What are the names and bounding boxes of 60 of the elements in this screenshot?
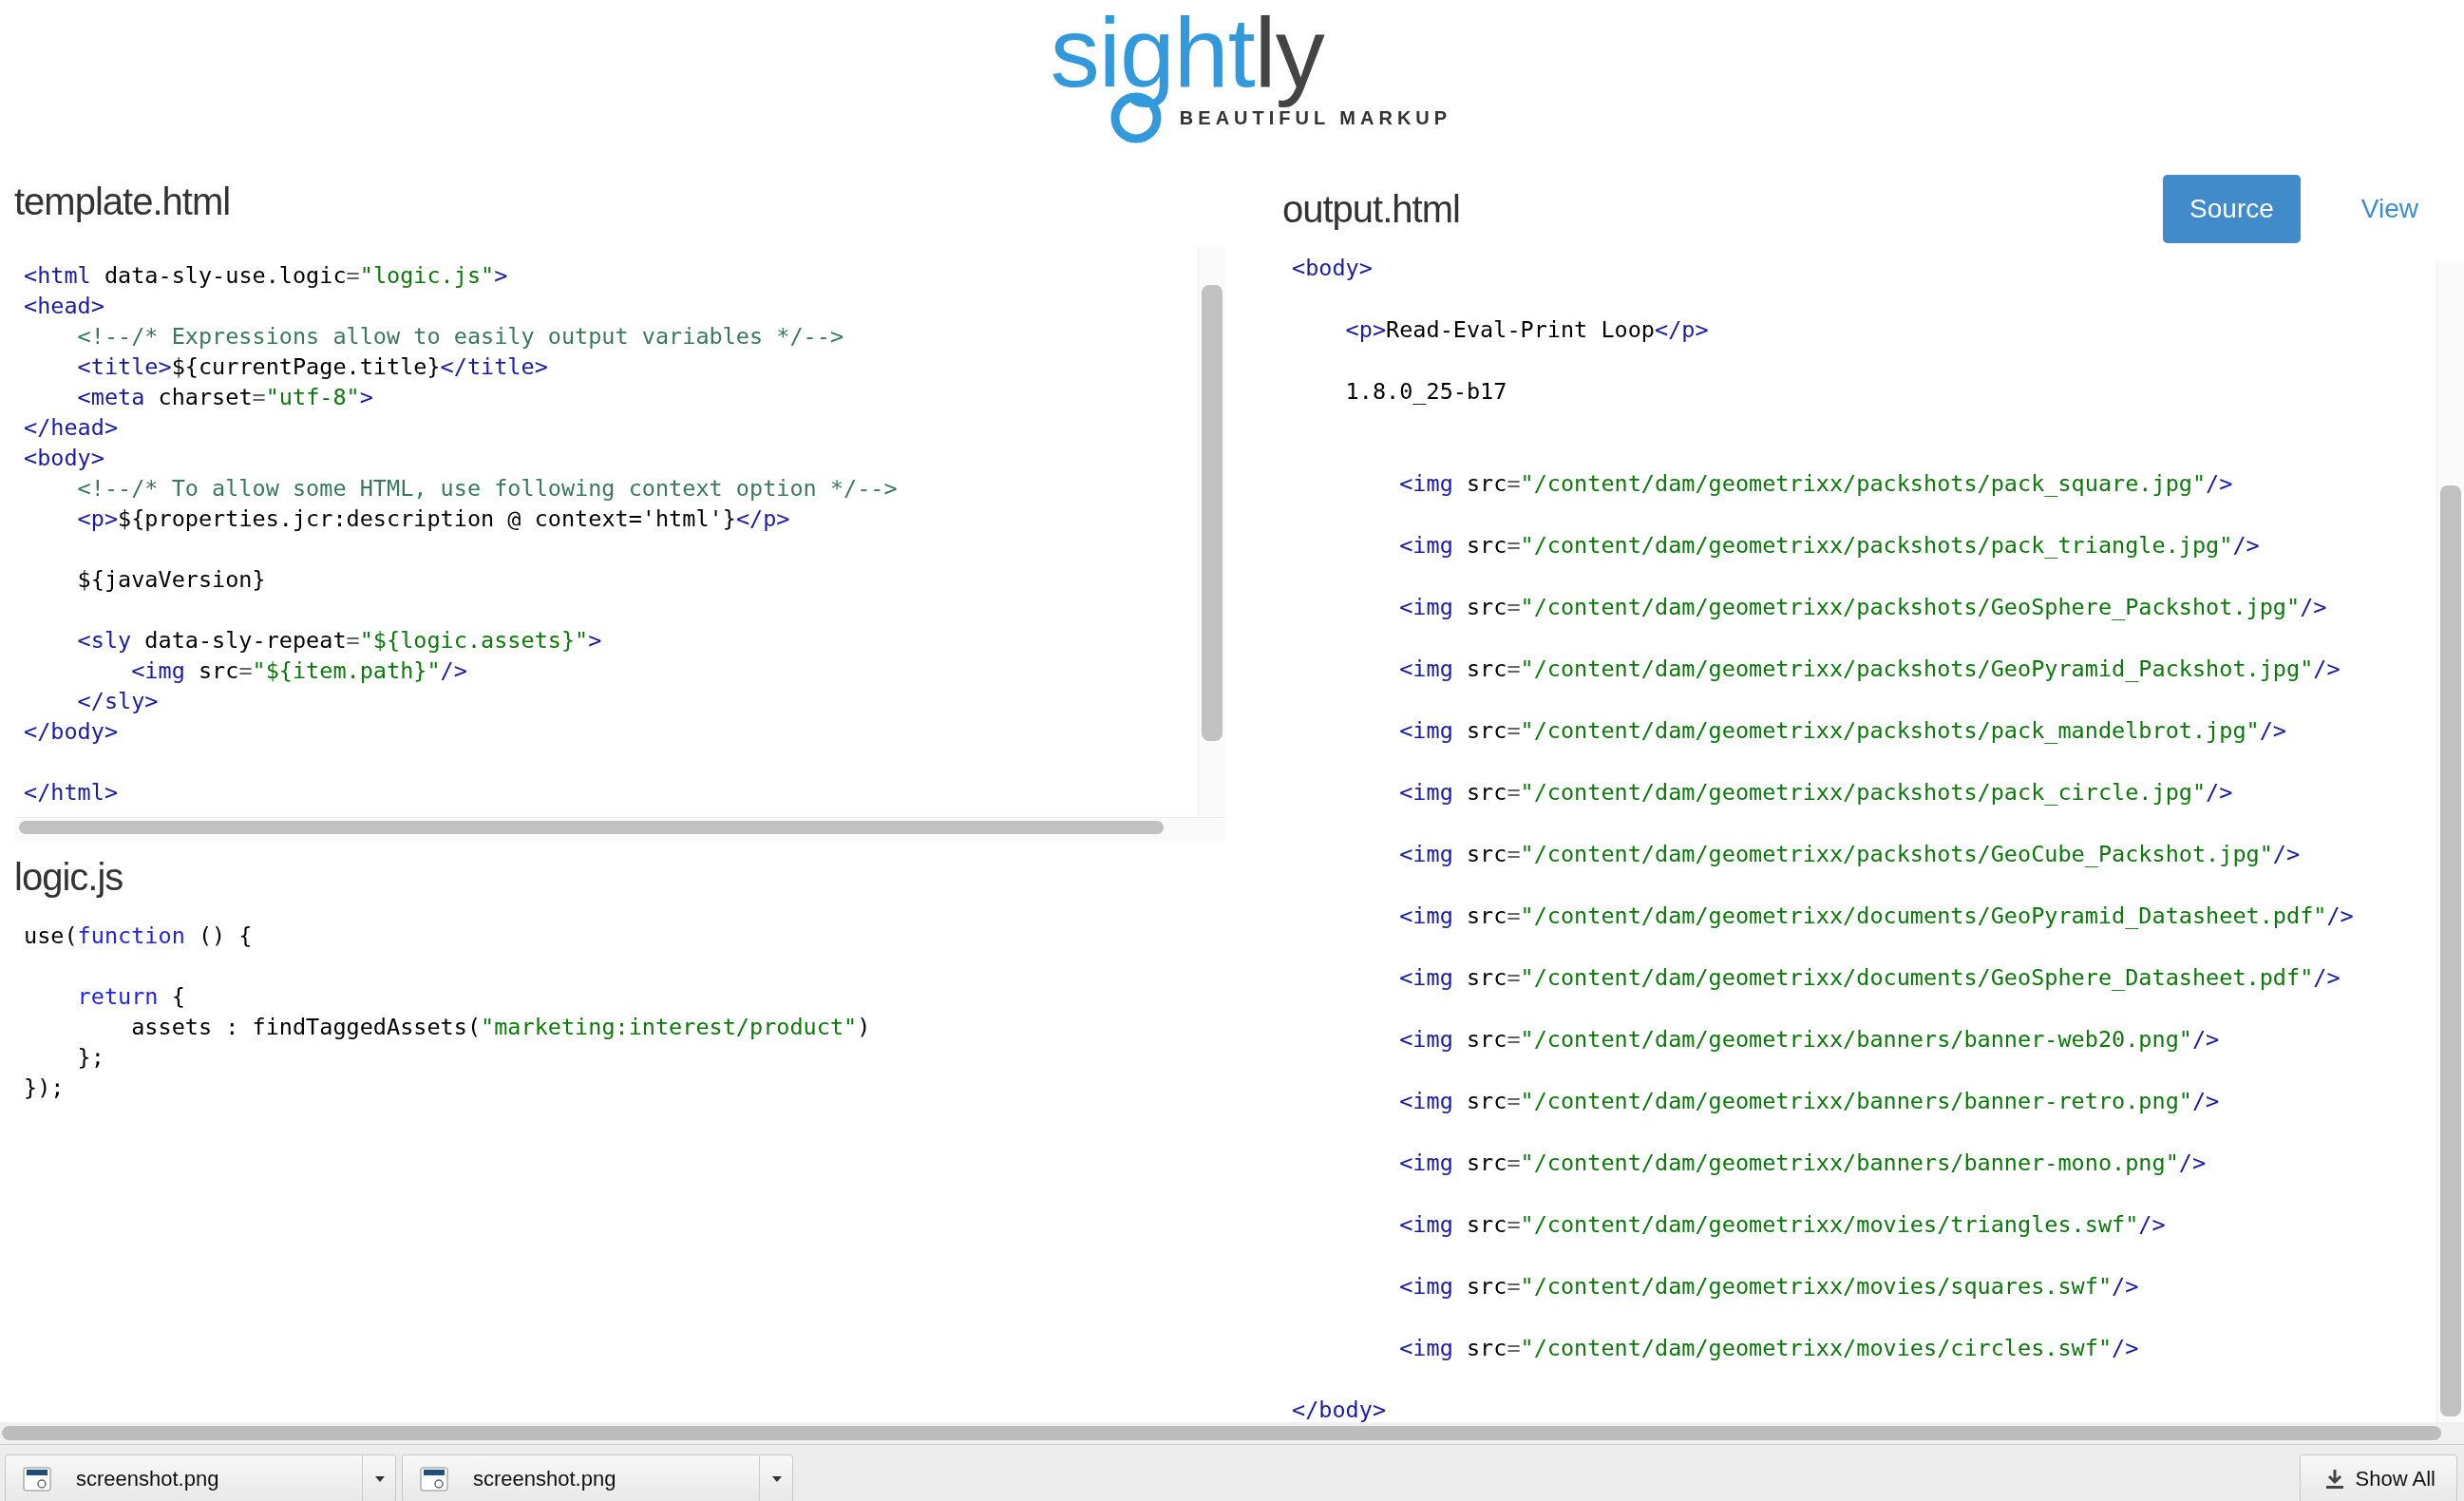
code-line: <img src="/content/dam/geometrixx/movies/triangles.swf"/>	[1398, 1210, 2167, 1240]
code-line: <img src="/content/dam/geometrixx/packshots/pack_square.jpg"/>	[1398, 469, 2234, 499]
code-line: <!--/* To allow some HTML, use following context option */-->	[76, 474, 899, 504]
code-line: <p>${properties.jcr:description @ context='html'}</p>	[76, 504, 791, 534]
code-line: </body>	[1292, 1396, 1388, 1422]
code-line: <img src="/content/dam/geometrixx/documents/GeoPyramid_Datasheet.pdf"/>	[1398, 902, 2355, 931]
code-line: <img src="/content/dam/geometrixx/packshots/GeoCube_Packshot.jpg"/>	[1398, 840, 2302, 869]
scrollbar[interactable]	[0, 1422, 2464, 1444]
code-line: <body>	[1292, 254, 1374, 283]
download-item[interactable]: screenshot.png	[402, 1454, 793, 1501]
scrollbar[interactable]	[2436, 261, 2464, 1422]
mode-link[interactable]: View	[2334, 175, 2445, 243]
code-line: <img src="/content/dam/geometrixx/packshots/GeoSphere_Packshot.jpg"/>	[1398, 593, 2328, 622]
code-line: <img src="/content/dam/geometrixx/movies/squares.swf"/>	[1398, 1272, 2140, 1302]
code-line: <img src="/content/dam/geometrixx/banners/banner-retro.png"/>	[1398, 1087, 2221, 1116]
file-icon	[420, 1466, 448, 1492]
code-editor[interactable]: use(function () { return { assets : findTaggedAssets("marketing:interest/product") }; });	[14, 911, 1225, 1103]
panel-title: output.html	[1282, 187, 1460, 231]
code-line: <!--/* Expressions allow to easily output variables */-->	[76, 322, 845, 352]
code-line: return {	[76, 982, 186, 1012]
code-line: };	[76, 1043, 105, 1073]
code-line: </head>	[24, 413, 120, 443]
code-line: <meta charset="utf-8">	[76, 383, 374, 412]
download-item[interactable]: screenshot.png	[5, 1454, 396, 1501]
code-line: <body>	[24, 444, 105, 473]
code-line: ${javaVersion}	[76, 565, 267, 595]
code-line: <p>Read-Eval-Print Loop</p>	[1344, 315, 1710, 345]
code-line: </body>	[24, 717, 120, 747]
code-line: </sly>	[76, 687, 160, 716]
code-line: 1.8.0_25-b17	[1344, 377, 1508, 407]
scrollbar[interactable]	[14, 818, 1225, 843]
code-line: });	[24, 1074, 66, 1103]
code-line: <img src="/content/dam/geometrixx/movies/circles.swf"/>	[1398, 1334, 2140, 1363]
caret-icon[interactable]	[771, 1474, 783, 1483]
mode-button[interactable]: Source	[2163, 175, 2301, 243]
caret-icon[interactable]	[374, 1474, 386, 1483]
panel-title: logic.js	[14, 855, 123, 899]
code-line: <head>	[24, 292, 105, 321]
panel-title: template.html	[14, 180, 231, 223]
download-icon	[2324, 1468, 2344, 1490]
code-line: <img src="/content/dam/geometrixx/packshots/pack_triangle.jpg"/>	[1398, 531, 2261, 560]
code-line: <img src="/content/dam/geometrixx/packshots/pack_mandelbrot.jpg"/>	[1398, 716, 2287, 746]
code-line: <title>${currentPage.title}</title>	[76, 352, 549, 382]
file-name: screenshot.png	[473, 1466, 617, 1492]
scrollbar[interactable]	[1198, 247, 1225, 817]
file-icon	[23, 1466, 51, 1492]
code-line: use(function () {	[24, 922, 254, 951]
code-line: <img src="/content/dam/geometrixx/banners/banner-mono.png"/>	[1398, 1149, 2208, 1178]
code-line: <html data-sly-use.logic="logic.js">	[24, 261, 509, 291]
code-line: <img src="/content/dam/geometrixx/packshots/pack_circle.jpg"/>	[1398, 778, 2234, 808]
show-all-button[interactable]: Show All	[2299, 1454, 2457, 1501]
code-line: <img src="/content/dam/geometrixx/documents/GeoSphere_Datasheet.pdf"/>	[1398, 963, 2341, 993]
code-line: <img src="${item.path}"/>	[130, 656, 468, 686]
code-line: <img src="/content/dam/geometrixx/packshots/GeoPyramid_Packshot.jpg"/>	[1398, 655, 2341, 684]
code-line: </html>	[24, 778, 120, 808]
file-name: screenshot.png	[76, 1466, 220, 1492]
code-line: <sly data-sly-repeat="${logic.assets}">	[76, 626, 603, 656]
code-line: <img src="/content/dam/geometrixx/banners/banner-web20.png"/>	[1398, 1025, 2221, 1054]
logo-tagline: BEAUTIFUL MARKUP	[1179, 106, 1452, 129]
code-line: assets : findTaggedAssets("marketing:interest/product")	[130, 1013, 872, 1042]
